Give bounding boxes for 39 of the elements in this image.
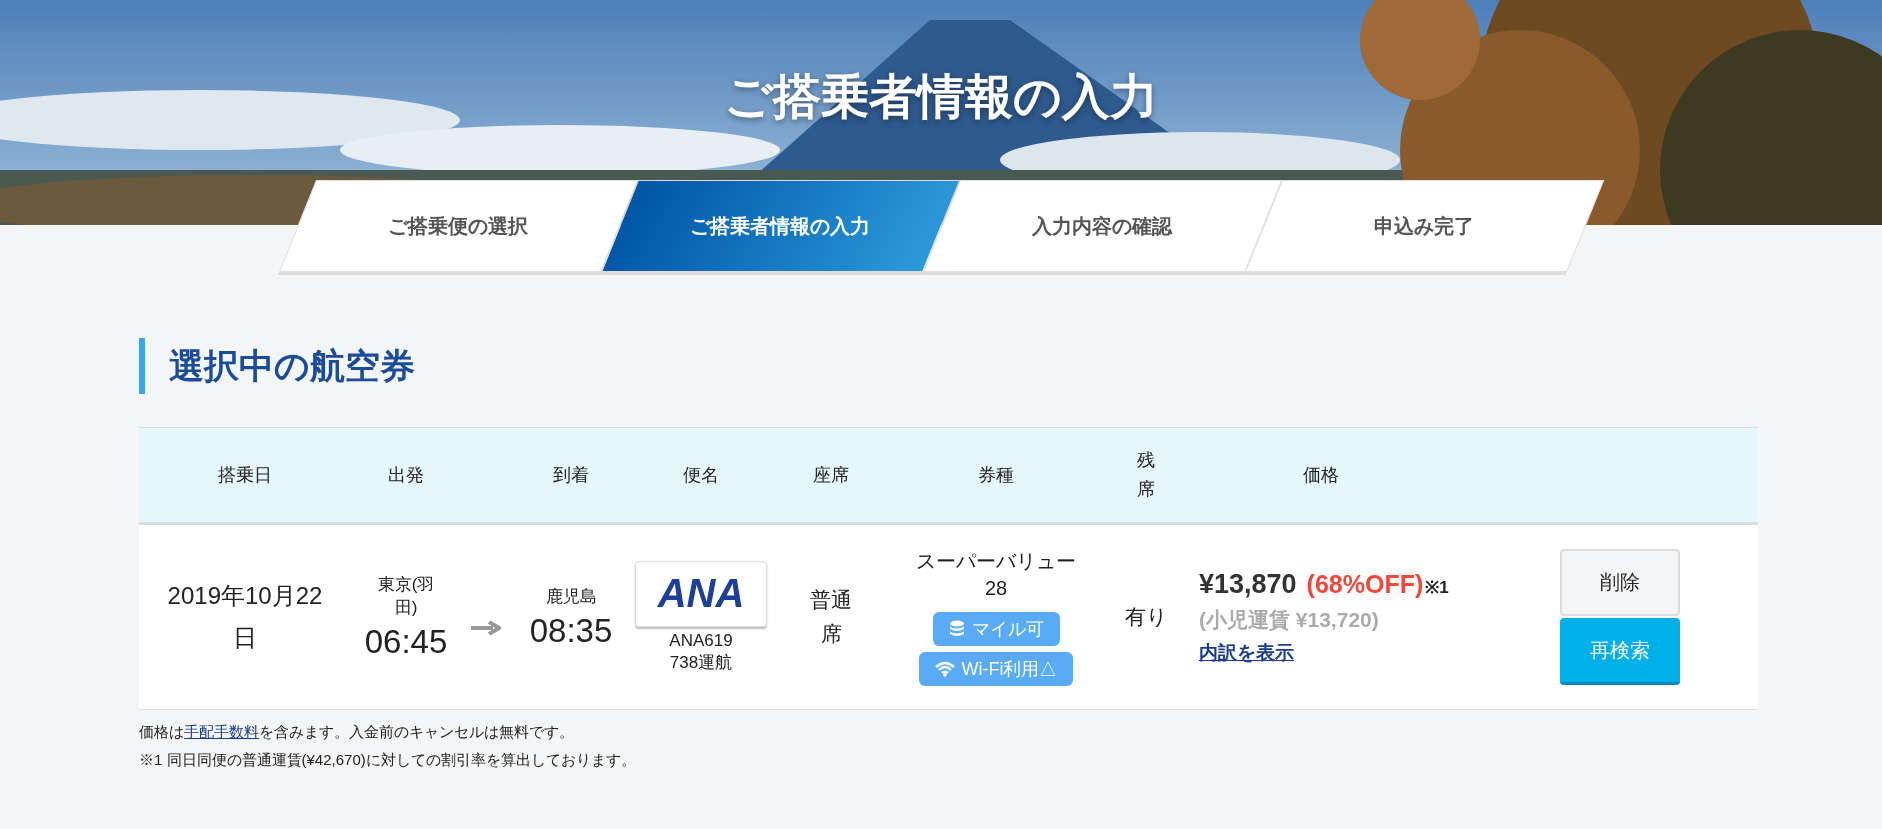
arrival-airport: 鹿児島 (545, 585, 597, 608)
page-title: ご搭乗者情報の入力 (724, 69, 1158, 125)
delete-button[interactable]: 削除 (1559, 549, 1680, 616)
column-header: 価格 (1303, 464, 1339, 487)
column-header: 券種 (978, 464, 1014, 487)
section-heading: 選択中の航空券 (139, 338, 1758, 394)
column-header: 便名 (683, 464, 719, 487)
seat-availability: 有り (1124, 604, 1168, 630)
wifi-icon (934, 661, 955, 677)
fare-type: スーパーバリュー28 (915, 549, 1077, 601)
footnote-mark: ※1 (1425, 576, 1449, 598)
boarding-date: 2019年10月22日 (166, 581, 324, 653)
tag-label: Wi-Fi利用△ (961, 658, 1058, 681)
airline-logo: ANA (635, 560, 767, 627)
departure-airport: 東京(羽田) (376, 574, 436, 619)
column-header: 出発 (388, 464, 424, 487)
price: ¥13,870 (1199, 568, 1297, 600)
arrow-icon (471, 621, 501, 635)
step-tab[interactable]: ご搭乗便の選択 (277, 180, 639, 275)
discount-rate: (68%OFF) (1306, 569, 1424, 599)
step-tab[interactable]: 入力内容の確認 (921, 180, 1283, 275)
seat-class: 普通席 (809, 587, 853, 647)
departure-time: 06:45 (364, 623, 448, 661)
column-header: 搭乗日 (218, 464, 272, 487)
flight-number: ANA619 (669, 630, 733, 651)
footnote-text: ※1 同日同便の普通運賃(¥42,670)に対しての割引率を算出しております。 (139, 750, 637, 770)
footnote-text: 価格は手配手数料を含みます。入金前のキャンセルは無料です。 (139, 722, 575, 742)
column-header: 到着 (553, 464, 589, 487)
tag-label: マイル可 (971, 618, 1044, 641)
coin-stack-icon (948, 620, 965, 638)
column-header: 座席 (813, 464, 849, 487)
arrival-time: 08:35 (529, 611, 613, 650)
step-tab[interactable]: 申込み完了 (1243, 180, 1605, 275)
fee-link[interactable]: 手配手数料 (184, 723, 259, 740)
aircraft-type: 738運航 (669, 651, 733, 674)
step-tab[interactable]: ご搭乗者情報の入力 (599, 180, 961, 275)
column-header: 残席 (1136, 449, 1156, 501)
child-fare: (小児運賃 ¥13,720) (1199, 606, 1379, 633)
breakdown-link[interactable]: 内訳を表示 (1199, 639, 1294, 666)
